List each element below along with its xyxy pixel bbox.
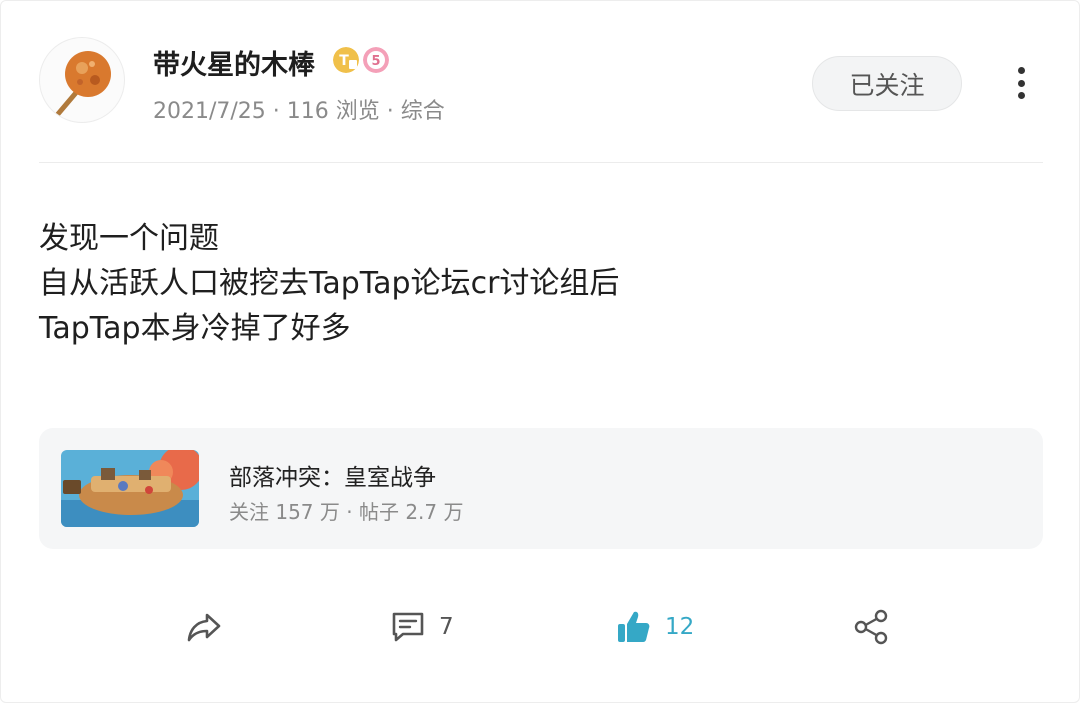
tapper-badge-icon: T	[333, 47, 359, 73]
content-line: 自从活跃人口被挖去TapTap论坛cr讨论组后	[39, 266, 620, 301]
game-thumbnail	[61, 450, 199, 527]
comment-count: 7	[439, 614, 454, 640]
game-name: 部落冲突：皇室战争	[229, 465, 436, 491]
post-content: 发现一个问题 自从活跃人口被挖去TapTap论坛cr讨论组后 TapTap本身冷…	[39, 216, 619, 351]
post-meta: 2021/7/25 · 116 浏览 · 综合	[153, 99, 445, 124]
author-badges: T 5	[333, 47, 389, 73]
action-bar: 7 12	[1, 601, 1080, 653]
share-button[interactable]	[852, 601, 890, 653]
level-badge-icon: 5	[363, 47, 389, 73]
header-divider	[39, 162, 1043, 163]
comment-icon	[392, 612, 424, 642]
game-stats: 关注 157 万 · 帖子 2.7 万	[229, 500, 464, 524]
thumbs-up-icon	[618, 611, 650, 642]
game-card[interactable]: 部落冲突：皇室战争 关注 157 万 · 帖子 2.7 万	[39, 428, 1043, 549]
share-forward-button[interactable]	[185, 601, 223, 653]
content-line: 发现一个问题	[39, 221, 219, 256]
author-name[interactable]: 带火星的木棒	[153, 43, 315, 82]
badge-t-text: T	[339, 53, 349, 69]
post-card: 带火星的木棒 T 5 2021/7/25 · 116 浏览 · 综合 已关注 发…	[0, 0, 1080, 703]
matchstick-avatar-image	[55, 51, 111, 117]
more-options-icon[interactable]	[1007, 67, 1035, 99]
badge-level-text: 5	[371, 54, 380, 69]
author-avatar[interactable]	[39, 37, 125, 123]
share-icon	[854, 609, 888, 645]
follow-button[interactable]: 已关注	[812, 56, 962, 111]
like-button[interactable]: 12	[615, 601, 694, 653]
like-count: 12	[665, 614, 695, 640]
content-line: TapTap本身冷掉了好多	[39, 311, 351, 346]
comment-button[interactable]: 7	[389, 601, 454, 653]
forward-icon	[187, 613, 221, 642]
